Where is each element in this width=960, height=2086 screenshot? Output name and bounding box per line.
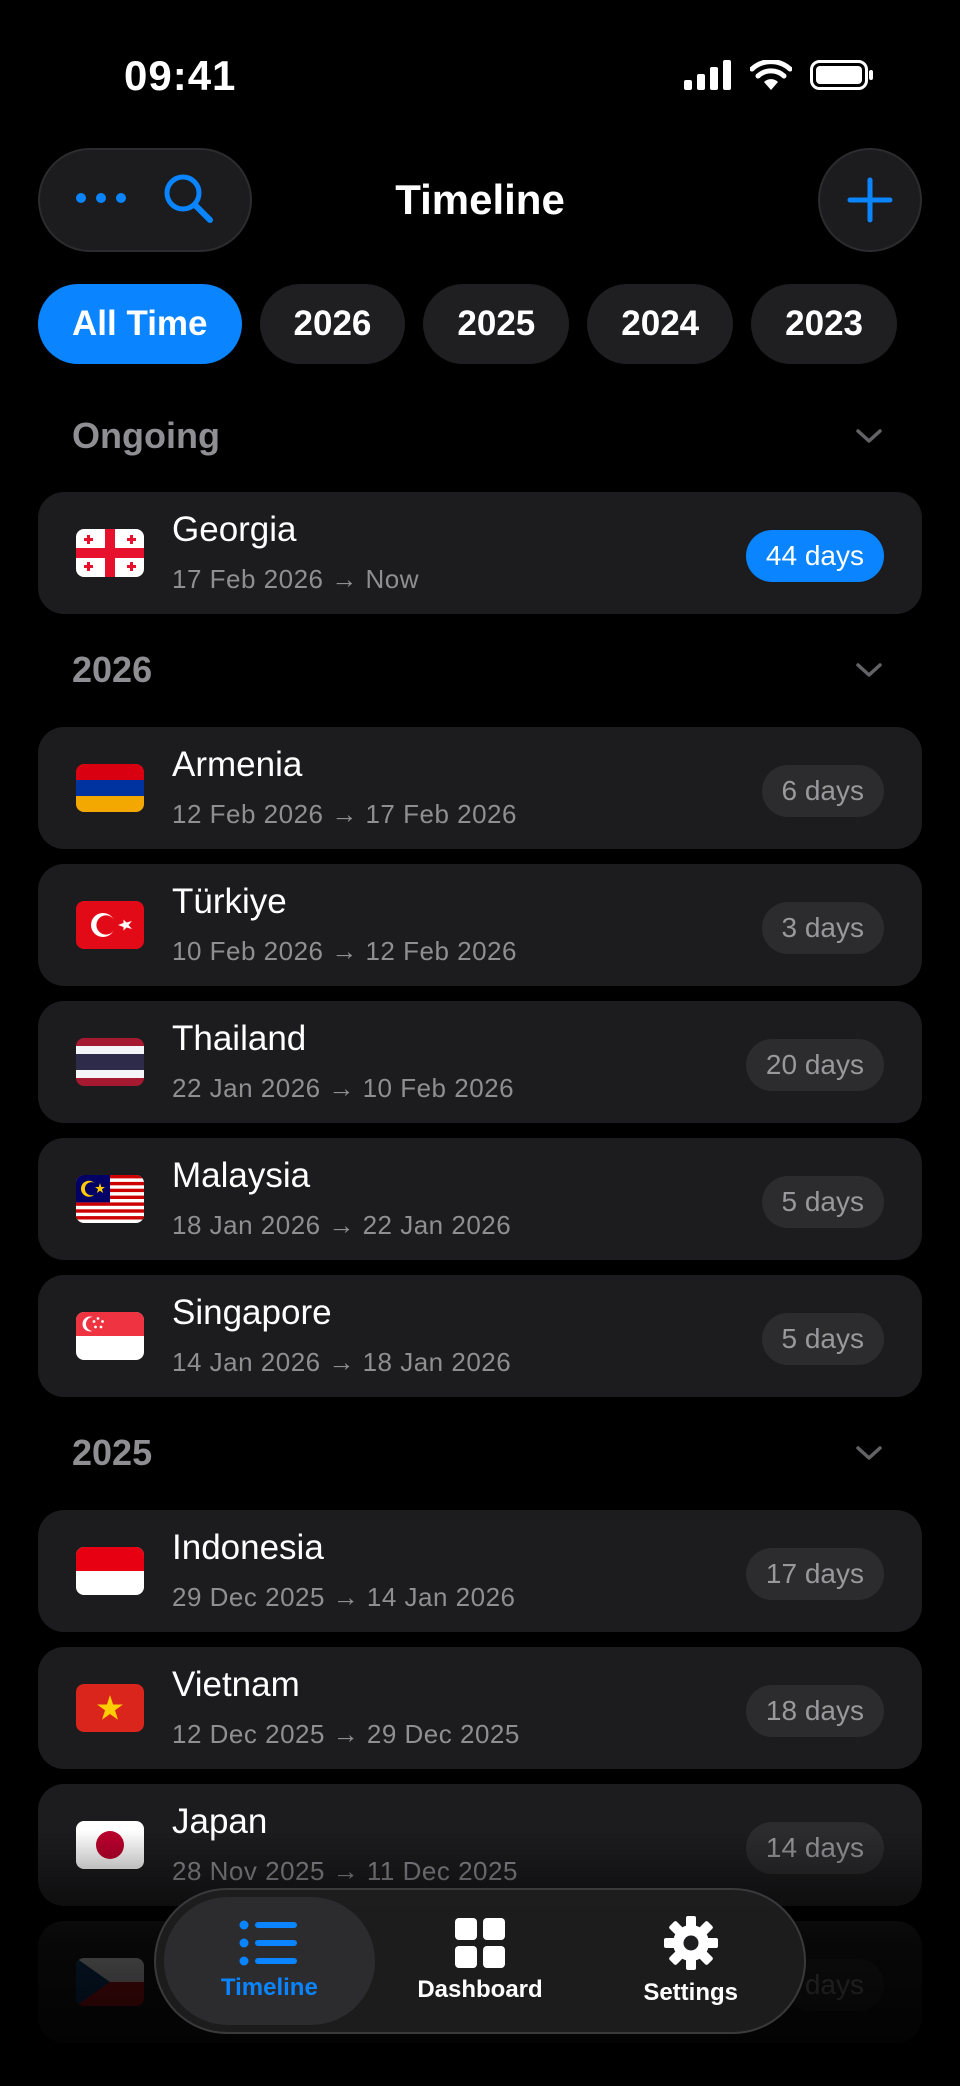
trip-dates: 14 Jan 2026 → 18 Jan 2026 xyxy=(172,1347,512,1377)
tab-settings[interactable]: Settings xyxy=(585,1897,796,2025)
section-title: Ongoing xyxy=(72,415,220,456)
status-time: 09:41 xyxy=(124,52,237,99)
duration-badge: 17 days xyxy=(745,1548,884,1600)
trip-row-vietnam[interactable]: Vietnam 12 Dec 2025 → 29 Dec 2025 18 day… xyxy=(38,1647,922,1769)
tab-label: Settings xyxy=(643,1979,739,2006)
wifi-icon xyxy=(750,60,792,90)
flag-singapore-icon xyxy=(76,1312,144,1360)
filter-chip-all-time[interactable]: All Time xyxy=(38,284,242,364)
duration-badge: 14 days xyxy=(745,1822,884,1874)
trip-row-armenia[interactable]: Armenia 12 Feb 2026 → 17 Feb 2026 6 days xyxy=(38,727,922,849)
trip-dates: 12 Feb 2026 → 17 Feb 2026 xyxy=(172,799,517,829)
tab-bar: Timeline Dashboard Settings xyxy=(154,1888,806,2034)
flag-japan-icon xyxy=(76,1821,144,1869)
signal-icon xyxy=(684,60,731,90)
chevron-down-icon xyxy=(856,1446,882,1460)
page-title: Timeline xyxy=(395,176,565,223)
section-header-2026[interactable]: 2026 xyxy=(72,640,884,700)
trip-dates: 18 Jan 2026 → 22 Jan 2026 xyxy=(172,1210,512,1240)
filter-chip-2026[interactable]: 2026 xyxy=(259,284,406,364)
trip-dates: 10 Feb 2026 → 12 Feb 2026 xyxy=(172,936,517,966)
duration-badge: 18 days xyxy=(745,1685,884,1737)
duration-badge: 5 days xyxy=(761,1176,884,1228)
flag-georgia-icon xyxy=(76,529,144,577)
chevron-down-icon xyxy=(856,663,882,677)
trip-country: Thailand xyxy=(172,1019,307,1058)
flag-vietnam-icon xyxy=(76,1684,144,1732)
flag-turkiye-icon xyxy=(76,901,144,949)
tab-dashboard[interactable]: Dashboard xyxy=(375,1897,586,2025)
trip-row-indonesia[interactable]: Indonesia 29 Dec 2025 → 14 Jan 2026 17 d… xyxy=(38,1510,922,1632)
duration-badge: 44 days xyxy=(745,530,884,582)
section-header-ongoing[interactable]: Ongoing xyxy=(72,406,884,466)
nav-header: Timeline xyxy=(0,148,960,254)
gear-icon xyxy=(663,1916,718,1970)
trip-country: Georgia xyxy=(172,510,297,549)
battery-icon xyxy=(810,60,873,90)
section-title: 2025 xyxy=(72,1432,153,1473)
trip-country: Singapore xyxy=(172,1293,332,1332)
trip-dates: 22 Jan 2026 → 10 Feb 2026 xyxy=(172,1073,515,1103)
trip-country: Türkiye xyxy=(172,882,287,921)
trip-country: Malaysia xyxy=(172,1156,311,1195)
filter-chip-2025[interactable]: 2025 xyxy=(423,284,570,364)
trip-country: Armenia xyxy=(172,745,303,784)
plus-icon xyxy=(847,177,893,223)
trip-row-turkiye[interactable]: Türkiye 10 Feb 2026 → 12 Feb 2026 3 days xyxy=(38,864,922,986)
trip-row-georgia[interactable]: Georgia 17 Feb 2026 → Now 44 days xyxy=(38,492,922,614)
grid-icon xyxy=(455,1918,505,1968)
add-trip-button[interactable] xyxy=(818,148,922,252)
year-filter-chips: All Time 2026 2025 2024 2023 xyxy=(38,284,898,364)
duration-badge: 6 days xyxy=(761,765,884,817)
tab-label: Dashboard xyxy=(417,1976,543,2003)
filter-chip-2023[interactable]: 2023 xyxy=(751,284,898,364)
list-icon xyxy=(239,1920,298,1966)
trip-dates: 28 Nov 2025 → 11 Dec 2025 xyxy=(172,1856,518,1886)
flag-czechia-icon xyxy=(76,1958,144,2006)
trip-dates: 17 Feb 2026 → Now xyxy=(172,564,419,594)
trip-row-thailand[interactable]: Thailand 22 Jan 2026 → 10 Feb 2026 20 da… xyxy=(38,1001,922,1123)
duration-badge: 5 days xyxy=(761,1313,884,1365)
trip-row-malaysia[interactable]: Malaysia 18 Jan 2026 → 22 Jan 2026 5 day… xyxy=(38,1138,922,1260)
trip-dates: 12 Dec 2025 → 29 Dec 2025 xyxy=(172,1719,520,1749)
flag-malaysia-icon xyxy=(76,1175,144,1223)
tab-timeline[interactable]: Timeline xyxy=(164,1897,375,2025)
section-header-2025[interactable]: 2025 xyxy=(72,1423,884,1483)
trip-country: Indonesia xyxy=(172,1528,324,1567)
flag-thailand-icon xyxy=(76,1038,144,1086)
status-bar: 09:41 xyxy=(0,0,960,150)
chevron-down-icon xyxy=(856,429,882,443)
trip-dates: 29 Dec 2025 → 14 Jan 2026 xyxy=(172,1582,516,1612)
trip-country: Vietnam xyxy=(172,1665,300,1704)
section-title: 2026 xyxy=(72,649,153,690)
filter-chip-2024[interactable]: 2024 xyxy=(587,284,734,364)
flag-indonesia-icon xyxy=(76,1547,144,1595)
duration-badge: 3 days xyxy=(761,902,884,954)
status-icons xyxy=(684,60,874,90)
duration-badge: 20 days xyxy=(745,1039,884,1091)
trip-country: Japan xyxy=(172,1802,268,1841)
tab-label: Timeline xyxy=(220,1974,318,2001)
trip-row-singapore[interactable]: Singapore 14 Jan 2026 → 18 Jan 2026 5 da… xyxy=(38,1275,922,1397)
flag-armenia-icon xyxy=(76,764,144,812)
